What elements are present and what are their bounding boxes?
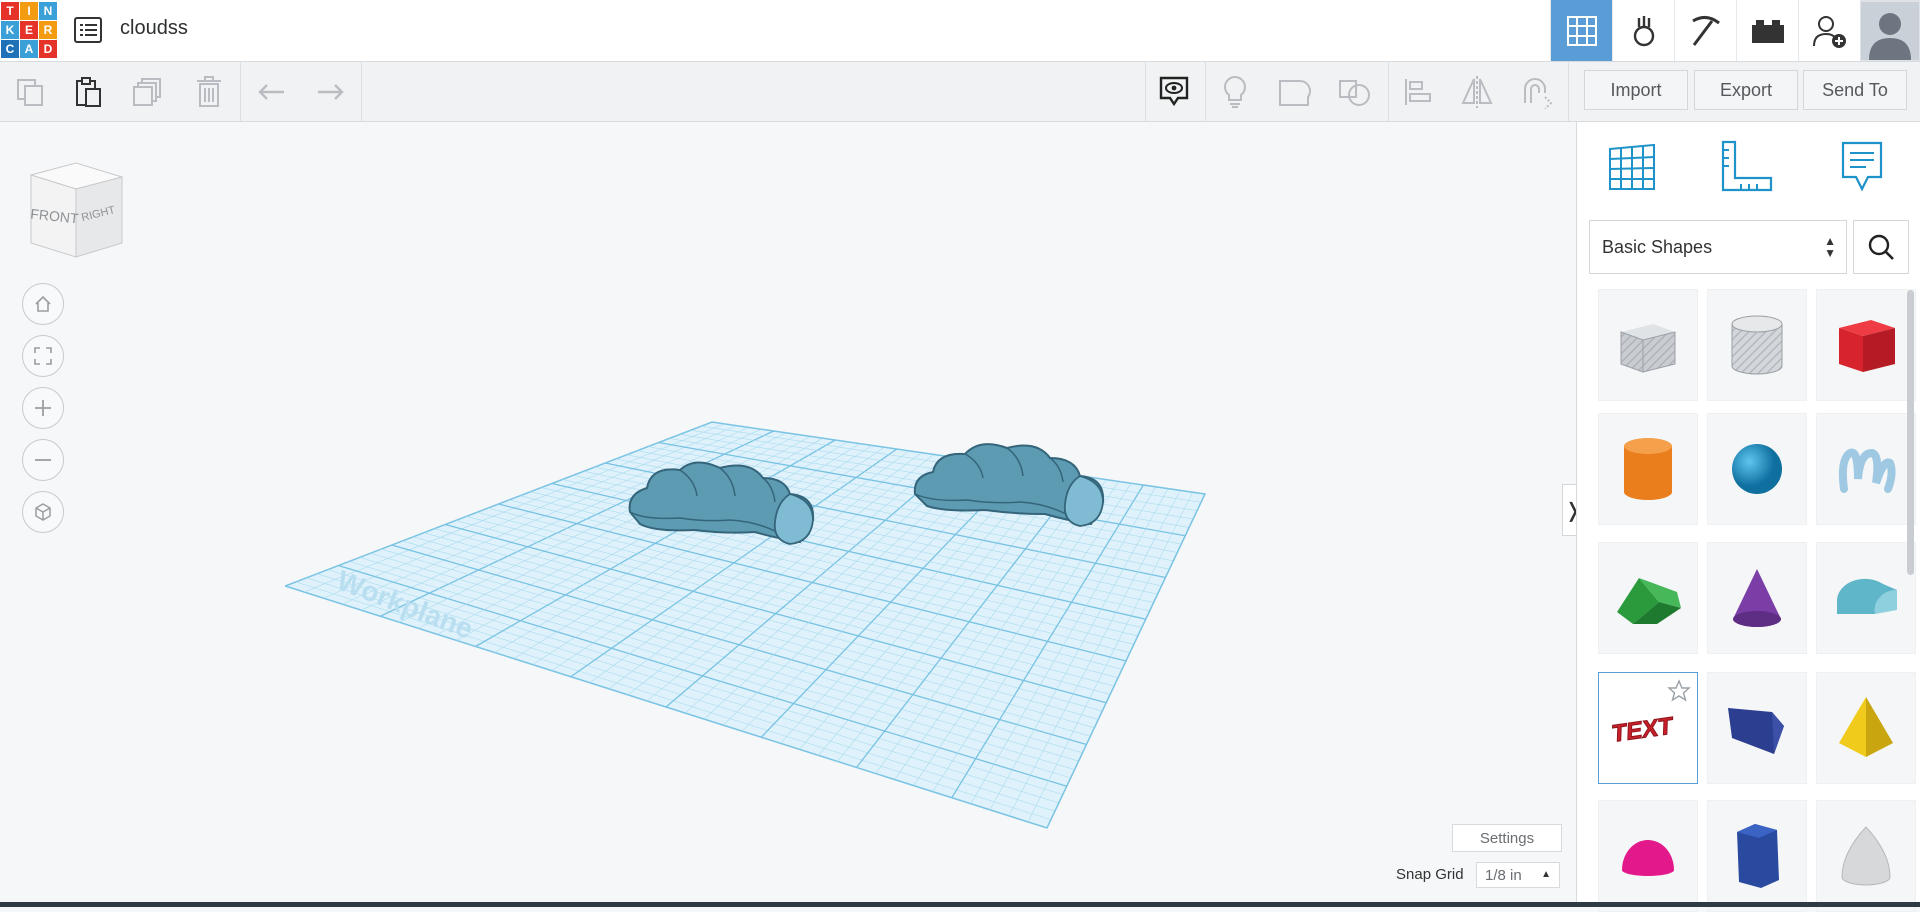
search-icon <box>1868 234 1894 260</box>
ruler-icon[interactable] <box>1717 138 1775 196</box>
shape-scribble[interactable] <box>1816 413 1916 525</box>
search-button[interactable] <box>1853 220 1909 274</box>
logo-letter: D <box>39 40 57 58</box>
cruise-icon[interactable] <box>1509 62 1565 121</box>
minecraft-icon[interactable] <box>1674 0 1736 61</box>
notes-tool-icon[interactable] <box>1833 138 1891 196</box>
logo-letter: N <box>39 2 57 20</box>
lego-bricks-icon[interactable] <box>1736 0 1798 61</box>
snap-grid-label: Snap Grid <box>1396 866 1464 883</box>
logo-letter: C <box>1 40 19 58</box>
logo-letter: A <box>20 40 38 58</box>
svg-text:TEXT: TEXT <box>1611 712 1673 748</box>
3d-view-icon[interactable] <box>1550 0 1612 61</box>
shape-cone[interactable] <box>1707 542 1807 654</box>
design-title[interactable]: cloudss <box>120 17 188 40</box>
mirror-icon[interactable] <box>1449 62 1505 121</box>
tinkercad-logo[interactable]: TIN KER CAD <box>1 2 57 58</box>
shape-library-value: Basic Shapes <box>1602 236 1713 257</box>
ortho-view-icon[interactable] <box>22 491 64 533</box>
invite-user-icon[interactable] <box>1798 0 1860 61</box>
shape-cylinder[interactable] <box>1598 413 1698 525</box>
paste-icon[interactable] <box>60 62 116 121</box>
favorite-star-icon[interactable] <box>1667 679 1691 708</box>
design-list-icon[interactable] <box>73 15 103 45</box>
duplicate-icon[interactable] <box>120 62 176 121</box>
edit-toolbar: Import Export Send To <box>0 62 1920 122</box>
send-to-button[interactable]: Send To <box>1803 70 1907 110</box>
top-nav <box>1550 0 1920 61</box>
logo-letter: I <box>20 2 38 20</box>
shape-cylinder-hole[interactable] <box>1707 289 1807 401</box>
logo-letter: T <box>1 2 19 20</box>
panel-scrollbar[interactable] <box>1907 290 1914 575</box>
shape-box-hole[interactable] <box>1598 289 1698 401</box>
logo-letter: E <box>20 21 38 39</box>
notes-icon[interactable] <box>1207 62 1263 121</box>
shape-box[interactable] <box>1816 289 1916 401</box>
zoom-in-icon[interactable] <box>22 387 64 429</box>
undo-icon[interactable] <box>244 62 300 121</box>
import-button[interactable]: Import <box>1584 70 1688 110</box>
delete-icon[interactable] <box>181 62 237 121</box>
select-arrows-icon: ▲ ▼ <box>1824 234 1836 260</box>
shape-round-roof[interactable] <box>1816 542 1916 654</box>
shape-paraboloid[interactable] <box>1816 800 1916 912</box>
fit-view-icon[interactable] <box>22 335 64 377</box>
copy-icon[interactable] <box>2 62 58 121</box>
top-bar: TIN KER CAD cloudss <box>0 0 1920 62</box>
shape-library-select[interactable]: Basic Shapes ▲ ▼ <box>1589 220 1847 274</box>
shape-wedge[interactable] <box>1707 672 1807 784</box>
logo-letter: K <box>1 21 19 39</box>
home-view-icon[interactable] <box>22 283 64 325</box>
circuits-icon[interactable] <box>1612 0 1674 61</box>
workplane-icon[interactable] <box>1603 138 1661 196</box>
shape-pyramid[interactable] <box>1816 672 1916 784</box>
shape-text[interactable]: TEXT <box>1598 672 1698 784</box>
zoom-out-icon[interactable] <box>22 439 64 481</box>
group-icon[interactable] <box>1267 62 1323 121</box>
shape-half-sphere[interactable] <box>1598 800 1698 912</box>
shape-roof[interactable] <box>1598 542 1698 654</box>
snap-grid-select[interactable]: 1/8 in ▲ <box>1476 862 1560 888</box>
align-icon[interactable] <box>1390 62 1446 121</box>
shape-polygon[interactable] <box>1707 800 1807 912</box>
settings-button[interactable]: Settings <box>1452 824 1562 852</box>
shape-sphere[interactable] <box>1707 413 1807 525</box>
export-button[interactable]: Export <box>1694 70 1798 110</box>
workplane-grid[interactable]: Workplane <box>285 410 1215 840</box>
bottom-edge <box>0 902 1920 907</box>
redo-icon[interactable] <box>302 62 358 121</box>
profile-avatar[interactable] <box>1860 0 1920 61</box>
ungroup-icon[interactable] <box>1327 62 1383 121</box>
show-all-icon[interactable] <box>1146 62 1202 121</box>
logo-letter: R <box>39 21 57 39</box>
shapes-panel: Basic Shapes ▲ ▼ TEXT <box>1576 122 1920 912</box>
caret-up-icon: ▲ <box>1541 869 1551 880</box>
snap-grid-value: 1/8 in <box>1485 866 1522 884</box>
view-cube[interactable]: FRONT RIGHT <box>26 155 126 265</box>
